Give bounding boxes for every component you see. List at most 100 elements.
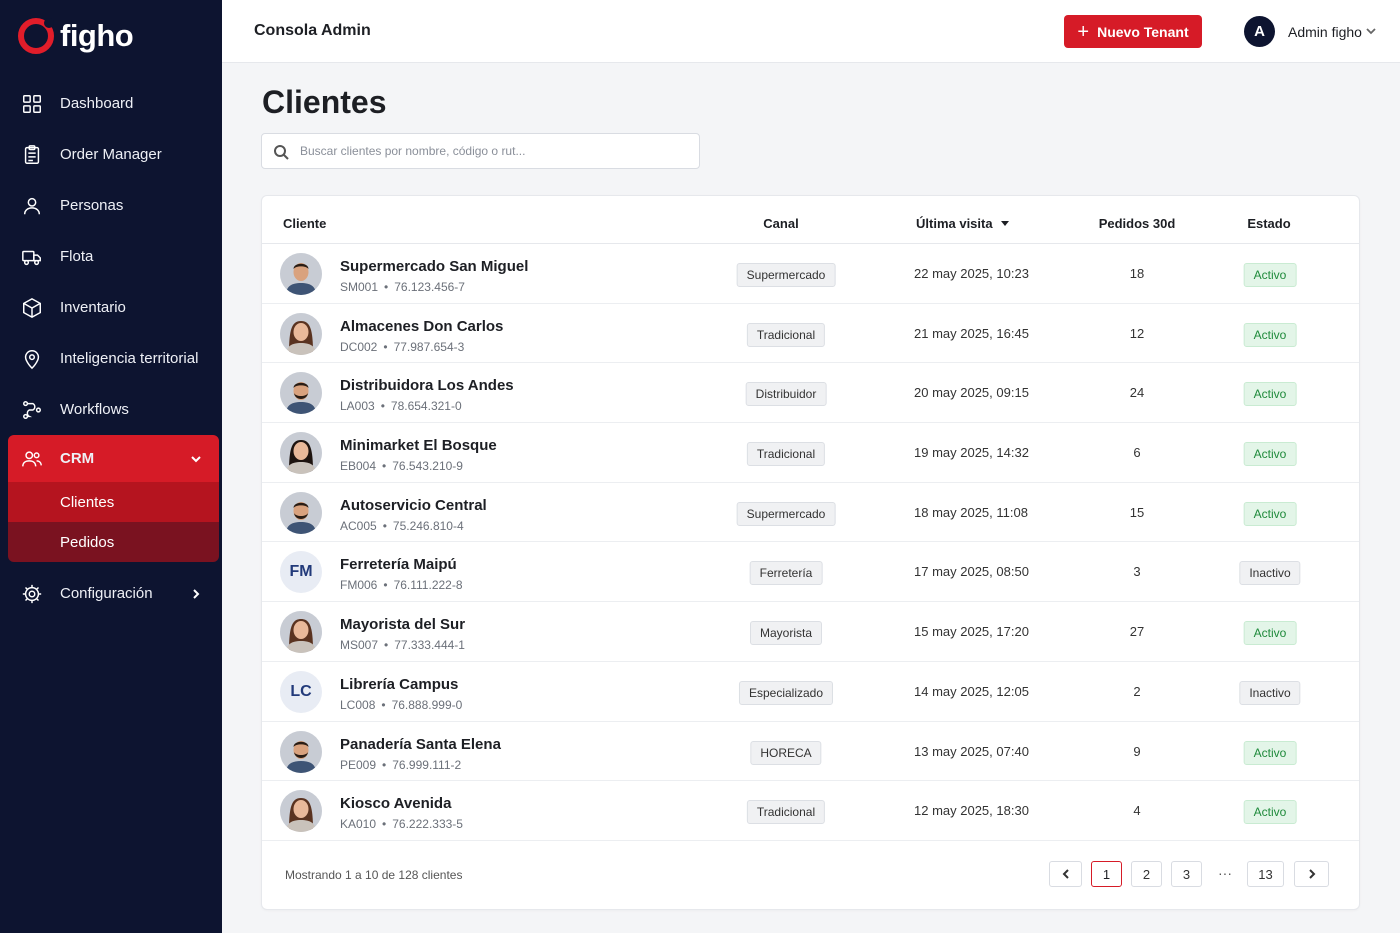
table-row[interactable]: Distribuidora Los Andes LA003 • 78.654.321-… [262,363,1359,424]
prev-page-button[interactable] [1049,861,1082,887]
last-visit: 22 may 2025, 10:23 [914,266,1029,281]
client-meta: KA010 • 76.222.333-5 [340,817,463,831]
status-badge: Activo [1243,501,1297,526]
channel-badge: Tradicional [746,322,826,347]
table-row[interactable]: Supermercado San Miguel SM001 • 76.123.456-… [262,244,1359,304]
client-name[interactable]: Almacenes Don Carlos [340,318,503,335]
channel-badge: Mayorista [749,621,823,646]
page-button-1[interactable]: 1 [1091,861,1122,887]
sidebar-item-order-manager[interactable]: Order Manager [8,129,219,180]
status-badge: Activo [1243,322,1297,347]
last-visit: 20 may 2025, 09:15 [914,385,1029,401]
client-code: LC008 [340,697,376,712]
user-name[interactable]: Admin figho [1288,24,1362,40]
sidebar-item-personas[interactable]: Personas [8,180,219,231]
table-row[interactable]: Kiosco Avenida KA010 • 76.222.333-5 Tradicio… [262,781,1359,841]
console-title: Consola Admin [254,22,371,39]
client-rut: 78.654.321-0 [390,399,462,414]
search-input[interactable] [300,134,690,168]
client-name[interactable]: Distribuidora Los Andes [340,377,514,394]
sidebar-item-configuracion[interactable]: Configuración [8,568,219,619]
new-tenant-button[interactable]: + Nuevo Tenant [1064,15,1202,48]
table-row[interactable]: Minimarket El Bosque EB004 • 76.543.210-9 Tr… [262,423,1359,483]
logo-text: figho [60,18,134,53]
channel-badge: Tradicional [746,800,826,825]
orders-30d: 4 [1133,803,1141,819]
channel-badge: HORECA [750,740,822,765]
search-box[interactable] [261,133,700,169]
sidebar-nav: Dashboard Order Manager Personas Flota Inven… [8,78,219,619]
col-pedidos-label: Pedidos 30d [1098,216,1176,231]
avatar [280,790,322,833]
avatar [280,432,322,475]
sidebar-item-workflows[interactable]: Workflows [8,384,219,435]
crm-submenu: Clientes Pedidos [8,482,219,562]
page-button-3[interactable]: 3 [1171,861,1202,887]
col-cliente[interactable]: Cliente [283,216,326,231]
col-visita-label: Última visita [916,216,993,231]
pagination-summary: Mostrando 1 a 10 de 128 clientes [285,868,463,882]
table-row[interactable]: LC Librería Campus LC008 • 76.888.999-0 Espec… [262,662,1359,722]
separator-dot: • [384,280,389,294]
client-name[interactable]: Librería Campus [340,676,458,693]
sidebar-item-inteligencia-territorial[interactable]: Inteligencia territorial [8,333,219,384]
client-code: MS007 [340,638,379,653]
sidebar: figho Dashboard Order Manager Personas Flot… [0,0,222,933]
last-visit: 18 may 2025, 11:08 [914,504,1028,520]
chevron-right-icon [1308,869,1315,879]
separator-dot: • [382,459,387,474]
client-meta: PE009 • 76.999.111-2 [340,758,461,772]
client-name[interactable]: Mayorista del Sur [340,616,465,633]
col-ultima-visita[interactable]: Última visita [916,216,1009,231]
last-visit: 17 may 2025, 08:50 [914,564,1029,580]
status-badge: Activo [1243,263,1297,287]
sidebar-subitem-pedidos[interactable]: Pedidos [8,522,219,562]
client-name[interactable]: Ferretería Maipú [340,556,457,573]
client-name[interactable]: Supermercado San Miguel [340,258,528,275]
table-row[interactable]: Almacenes Don Carlos DC002 • 77.987.654-3 Tr… [262,304,1359,364]
table-row[interactable]: Autoservicio Central AC005 • 75.246.810-4 Su… [262,483,1359,543]
clipboard-icon [20,143,44,167]
client-code: SM001 [340,280,379,294]
client-name[interactable]: Panadería Santa Elena [340,736,501,753]
table-row[interactable]: FM Ferretería Maipú FM006 • 76.111.222-8 Ferr… [262,542,1359,603]
orders-30d: 9 [1133,743,1141,759]
orders-30d: 12 [1129,325,1145,341]
chevron-down-icon[interactable] [1365,24,1377,36]
page-button-2[interactable]: 2 [1131,861,1162,887]
truck-icon [20,245,44,269]
client-meta: DC002 • 77.987.654-3 [340,340,464,354]
avatar[interactable]: A [1244,16,1275,47]
sidebar-item-label: Configuración [60,585,153,602]
last-visit: 13 may 2025, 07:40 [914,743,1029,759]
status-badge: Activo [1243,800,1297,825]
sidebar-item-label: Order Manager [60,146,162,163]
sidebar-item-inventario[interactable]: Inventario [8,282,219,333]
table-body: Supermercado San Miguel SM001 • 76.123.456-… [262,244,1359,841]
sidebar-item-flota[interactable]: Flota [8,231,219,282]
next-page-button[interactable] [1294,861,1329,887]
client-meta: FM006 • 76.111.222-8 [340,578,463,592]
client-rut: 76.111.222-8 [393,578,463,593]
sidebar-item-dashboard[interactable]: Dashboard [8,78,219,129]
client-name[interactable]: Minimarket El Bosque [340,437,497,454]
table-row[interactable]: Mayorista del Sur MS007 • 77.333.444-1 Mayor… [262,602,1359,662]
map-pin-icon [20,347,44,371]
client-code: KA010 [340,817,377,832]
chevron-left-icon [1062,869,1069,879]
last-visit: 12 may 2025, 18:30 [914,803,1029,819]
status-badge: Activo [1243,442,1297,467]
status-badge: Activo [1243,740,1297,765]
separator-dot: • [382,817,387,832]
sidebar-item-crm[interactable]: CRM [8,435,219,482]
client-rut: 77.333.444-1 [394,638,465,653]
page-button-13[interactable]: 13 [1247,861,1284,887]
separator-dot: • [382,757,387,772]
client-name[interactable]: Kiosco Avenida [340,795,451,812]
separator-dot: • [382,518,387,533]
figho-logo[interactable]: figho [18,18,134,54]
sidebar-subitem-clientes[interactable]: Clientes [8,482,219,522]
sidebar-item-label: Workflows [60,401,129,418]
table-row[interactable]: Panadería Santa Elena PE009 • 76.999.111-2 H… [262,722,1359,782]
client-name[interactable]: Autoservicio Central [340,497,487,514]
